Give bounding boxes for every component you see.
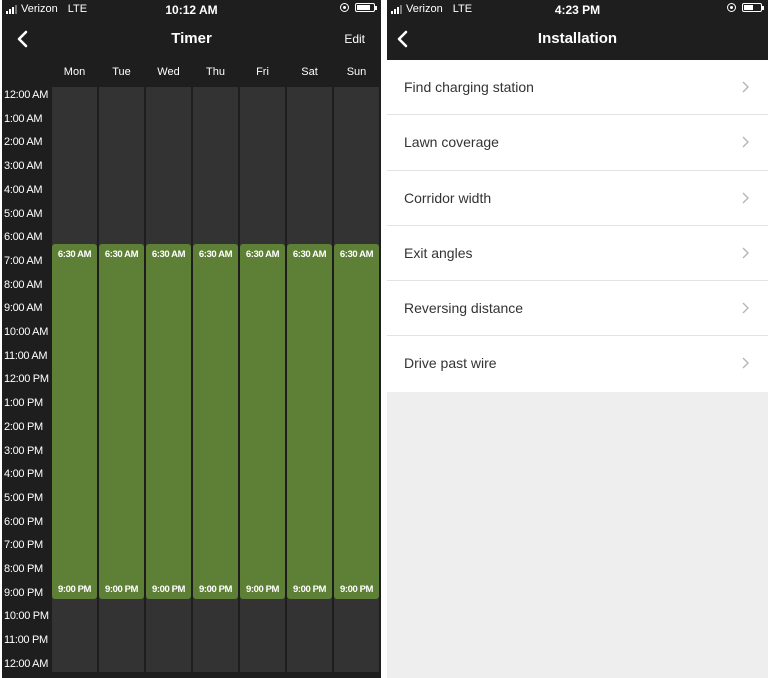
status-time: 4:23 PM [554,3,601,17]
hour-label: 8:00 AM [4,278,43,291]
installation-header: Verizon LTE 4:23 PM Installation [387,0,768,60]
hour-label: 3:00 AM [4,160,43,173]
hour-label: 9:00 AM [4,302,43,315]
day-header-fri: Fri [256,66,269,78]
schedule-end-time: 9:00 PM [245,584,280,595]
hour-label: 2:00 PM [4,420,43,433]
installation-settings-list: Find charging station Lawn coverage Corrid… [387,60,768,392]
mowing-schedule-block[interactable]: 6:30 AM 9:00 PM [240,244,285,599]
hour-label: 4:00 PM [4,468,43,481]
schedule-start-time: 6:30 AM [57,249,92,260]
schedule-start-time: 6:30 AM [198,249,233,260]
schedule-end-time: 9:00 PM [104,584,139,595]
list-item-label: Reversing distance [404,300,524,317]
schedule-start-time: 6:30 AM [151,249,186,260]
orientation-lock-icon [727,3,736,12]
page-title: Timer [171,30,212,47]
hour-label: 9:00 PM [4,586,43,599]
page-title: Installation [537,30,618,47]
hour-label: 11:00 AM [4,349,48,362]
day-header-thu: Thu [206,66,225,78]
hour-label: 8:00 PM [4,563,43,575]
mowing-schedule-block[interactable]: 6:30 AM 9:00 PM [146,244,191,599]
list-item-label: Find charging station [404,79,534,95]
hour-label: 3:00 PM [4,444,43,457]
settings-list-item[interactable]: Drive past wire [387,336,768,391]
day-header-sun: Sun [346,66,367,78]
schedule-start-time: 6:30 AM [245,249,280,260]
schedule-end-time: 9:00 PM [339,584,374,595]
hour-label: 7:00 AM [4,254,43,267]
mowing-schedule-block[interactable]: 6:30 AM 9:00 PM [193,244,238,599]
status-bar: Verizon LTE 10:12 AM [2,0,381,20]
chevron-right-icon [742,192,749,204]
mowing-schedule-block[interactable]: 6:30 AM 9:00 PM [99,244,144,599]
list-item-label: Drive past wire [404,355,497,372]
chevron-right-icon [742,357,749,369]
hour-label: 4:00 AM [4,183,43,196]
orientation-lock-icon [340,3,349,12]
hour-label: 12:00 AM [4,657,49,670]
mowing-schedule-block[interactable]: 6:30 AM 9:00 PM [287,244,332,599]
hour-label: 6:00 PM [4,515,43,528]
battery-icon [355,3,377,12]
timer-nav-bar: Timer Edit [2,20,381,60]
schedule-end-time: 9:00 PM [151,584,186,595]
installation-screen: Verizon LTE 4:23 PM Installation Find ch… [387,0,768,678]
status-bar: Verizon LTE 4:23 PM [387,0,768,20]
hour-label: 12:00 AM [4,89,49,101]
chevron-right-icon [742,247,749,259]
settings-list-item[interactable]: Find charging station [387,60,768,116]
schedule-end-time: 9:00 PM [292,584,327,595]
day-header-wed: Wed [157,66,180,78]
hour-label: 6:00 AM [4,231,43,244]
settings-list-item[interactable]: Lawn coverage [387,115,768,171]
schedule-end-time: 9:00 PM [198,584,233,595]
chevron-right-icon [742,81,749,93]
settings-list-item[interactable]: Corridor width [387,171,768,226]
schedule-end-time: 9:00 PM [57,584,92,595]
schedule-start-time: 6:30 AM [104,249,139,260]
battery-icon [742,3,764,12]
hour-label: 1:00 AM [4,112,43,125]
hour-label: 1:00 PM [4,397,43,410]
mowing-schedule-block[interactable]: 6:30 AM 9:00 PM [52,244,97,599]
hour-label: 5:00 AM [4,207,43,220]
settings-list-item[interactable]: Reversing distance [387,281,768,337]
mowing-schedule-block[interactable]: 6:30 AM 9:00 PM [334,244,379,599]
hour-label: 10:00 PM [4,610,49,623]
schedule-start-time: 6:30 AM [292,249,327,260]
settings-list-item[interactable]: Exit angles [387,226,768,282]
hour-label: 11:00 PM [4,634,48,647]
hour-label: 5:00 PM [4,491,43,504]
hour-label: 2:00 AM [4,136,43,149]
schedule-start-time: 6:30 AM [339,249,374,260]
hour-label: 12:00 PM [4,373,49,386]
day-header-sat: Sat [301,66,318,78]
hour-label: 7:00 PM [4,539,43,552]
timer-screen: Verizon LTE 10:12 AM Timer Edit Mon Tue We… [2,0,381,678]
day-header-tue: Tue [112,66,131,78]
list-item-label: Exit angles [404,244,473,261]
installation-nav-bar: Installation [387,20,768,60]
list-item-label: Lawn coverage [404,134,499,151]
edit-button[interactable]: Edit [344,32,365,46]
list-item-label: Corridor width [404,189,492,206]
status-time: 10:12 AM [165,3,218,17]
day-header-mon: Mon [63,66,86,78]
hour-label: 10:00 AM [4,326,49,338]
chevron-right-icon [742,136,749,148]
chevron-right-icon [742,302,749,314]
